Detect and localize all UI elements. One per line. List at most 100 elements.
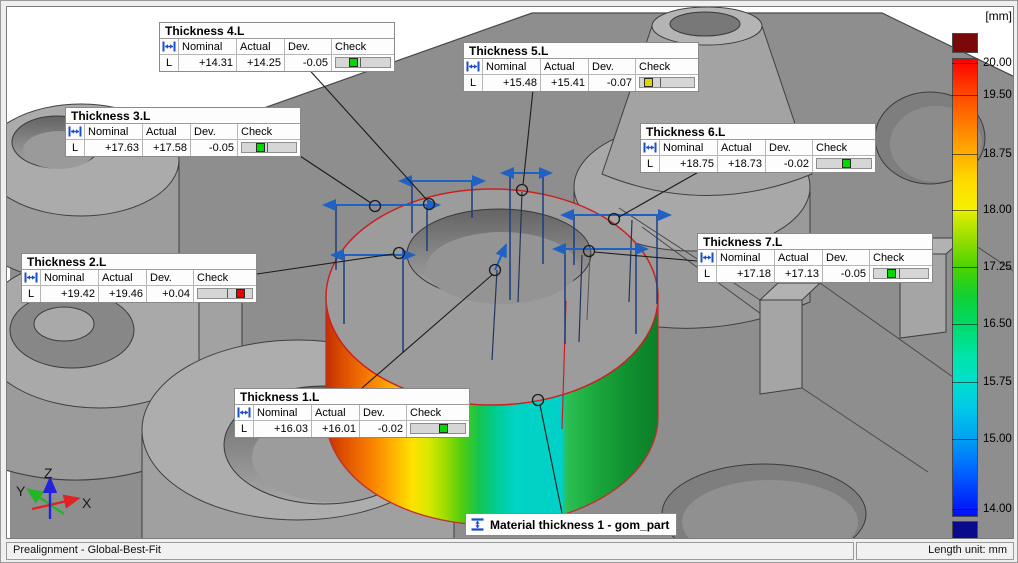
annotation-thickness-7[interactable]: Thickness 7.L Nominal Actual Dev. Check … <box>697 233 933 283</box>
axis-y-label: Y <box>16 483 26 499</box>
material-thickness-text: Material thickness 1 - gom_part <box>490 518 669 532</box>
nominal-value: +16.03 <box>254 421 312 437</box>
col-check: Check <box>636 59 698 75</box>
col-actual: Actual <box>237 39 285 55</box>
dev-value: -0.05 <box>285 55 332 71</box>
annotation-title: Thickness 3.L <box>66 108 300 124</box>
thickness-caliper-icon <box>22 270 41 286</box>
thickness-caliper-icon <box>160 39 179 55</box>
3d-viewport[interactable]: Z Y X Thickness 4.L Nominal Actual Dev. … <box>6 6 1014 539</box>
actual-value: +16.01 <box>312 421 360 437</box>
col-nominal: Nominal <box>41 270 99 286</box>
check-cell <box>238 140 300 156</box>
col-actual: Actual <box>312 405 360 421</box>
actual-value: +18.73 <box>718 156 766 172</box>
annotation-thickness-6[interactable]: Thickness 6.L Nominal Actual Dev. Check … <box>640 123 876 173</box>
col-dev: Dev. <box>823 250 870 266</box>
check-zero-tick <box>267 143 268 152</box>
check-zero-tick <box>227 289 228 298</box>
thickness-caliper-icon <box>66 124 85 140</box>
dev-value: +0.04 <box>147 286 194 302</box>
actual-value: +14.25 <box>237 55 285 71</box>
annotation-thickness-3[interactable]: Thickness 3.L Nominal Actual Dev. Check … <box>65 107 301 157</box>
alignment-status: Prealignment - Global-Best-Fit <box>6 542 854 560</box>
col-check: Check <box>238 124 300 140</box>
check-zero-tick <box>660 78 661 87</box>
col-nominal: Nominal <box>85 124 143 140</box>
material-thickness-label[interactable]: Material thickness 1 - gom_part <box>465 513 677 536</box>
row-label: L <box>66 140 85 156</box>
nominal-value: +14.31 <box>179 55 237 71</box>
annotation-title: Thickness 4.L <box>160 23 394 39</box>
col-check: Check <box>407 405 469 421</box>
row-label: L <box>235 421 254 437</box>
row-label: L <box>160 55 179 71</box>
nominal-value: +19.42 <box>41 286 99 302</box>
col-actual: Actual <box>99 270 147 286</box>
thickness-caliper-icon <box>464 59 483 75</box>
col-nominal: Nominal <box>660 140 718 156</box>
row-label: L <box>22 286 41 302</box>
check-zero-tick <box>360 58 361 67</box>
thickness-caliper-icon <box>641 140 660 156</box>
row-label: L <box>698 266 717 282</box>
col-dev: Dev. <box>360 405 407 421</box>
col-actual: Actual <box>775 250 823 266</box>
check-bar <box>873 268 929 279</box>
row-label: L <box>464 75 483 91</box>
actual-value: +17.58 <box>143 140 191 156</box>
check-cell <box>332 55 394 71</box>
col-dev: Dev. <box>191 124 238 140</box>
col-actual: Actual <box>718 140 766 156</box>
annotation-thickness-5[interactable]: Thickness 5.L Nominal Actual Dev. Check … <box>463 42 699 92</box>
thickness-caliper-icon <box>235 405 254 421</box>
col-check: Check <box>813 140 875 156</box>
material-thickness-icon <box>471 518 484 531</box>
col-nominal: Nominal <box>483 59 541 75</box>
check-bar <box>335 57 391 68</box>
check-bar <box>197 288 253 299</box>
annotation-thickness-4[interactable]: Thickness 4.L Nominal Actual Dev. Check … <box>159 22 395 72</box>
length-unit-status: Length unit: mm <box>856 542 1014 560</box>
dev-value: -0.02 <box>766 156 813 172</box>
col-dev: Dev. <box>766 140 813 156</box>
actual-value: +15.41 <box>541 75 589 91</box>
nominal-value: +17.18 <box>717 266 775 282</box>
annotation-thickness-1[interactable]: Thickness 1.L Nominal Actual Dev. Check … <box>234 388 470 438</box>
check-cell <box>407 421 469 437</box>
row-label: L <box>641 156 660 172</box>
dev-value: -0.05 <box>823 266 870 282</box>
annotation-title: Thickness 5.L <box>464 43 698 59</box>
nominal-value: +18.75 <box>660 156 718 172</box>
dev-value: -0.02 <box>360 421 407 437</box>
dev-value: -0.07 <box>589 75 636 91</box>
check-bar <box>410 423 466 434</box>
check-cell <box>636 75 698 91</box>
axis-x-label: X <box>82 495 92 511</box>
col-dev: Dev. <box>285 39 332 55</box>
col-actual: Actual <box>143 124 191 140</box>
check-bar <box>241 142 297 153</box>
check-cell <box>194 286 256 302</box>
check-bar <box>816 158 872 169</box>
nominal-value: +17.63 <box>85 140 143 156</box>
annotation-title: Thickness 1.L <box>235 389 469 405</box>
col-nominal: Nominal <box>254 405 312 421</box>
check-bar <box>639 77 695 88</box>
check-cell <box>870 266 932 282</box>
actual-value: +17.13 <box>775 266 823 282</box>
actual-value: +19.46 <box>99 286 147 302</box>
annotation-thickness-2[interactable]: Thickness 2.L Nominal Actual Dev. Check … <box>21 253 257 303</box>
nominal-value: +15.48 <box>483 75 541 91</box>
col-check: Check <box>332 39 394 55</box>
status-bar: Prealignment - Global-Best-Fit Length un… <box>6 542 1014 560</box>
col-nominal: Nominal <box>717 250 775 266</box>
thickness-caliper-icon <box>698 250 717 266</box>
annotation-title: Thickness 2.L <box>22 254 256 270</box>
col-actual: Actual <box>541 59 589 75</box>
check-cell <box>813 156 875 172</box>
col-nominal: Nominal <box>179 39 237 55</box>
col-dev: Dev. <box>147 270 194 286</box>
col-dev: Dev. <box>589 59 636 75</box>
check-zero-tick <box>899 269 900 278</box>
